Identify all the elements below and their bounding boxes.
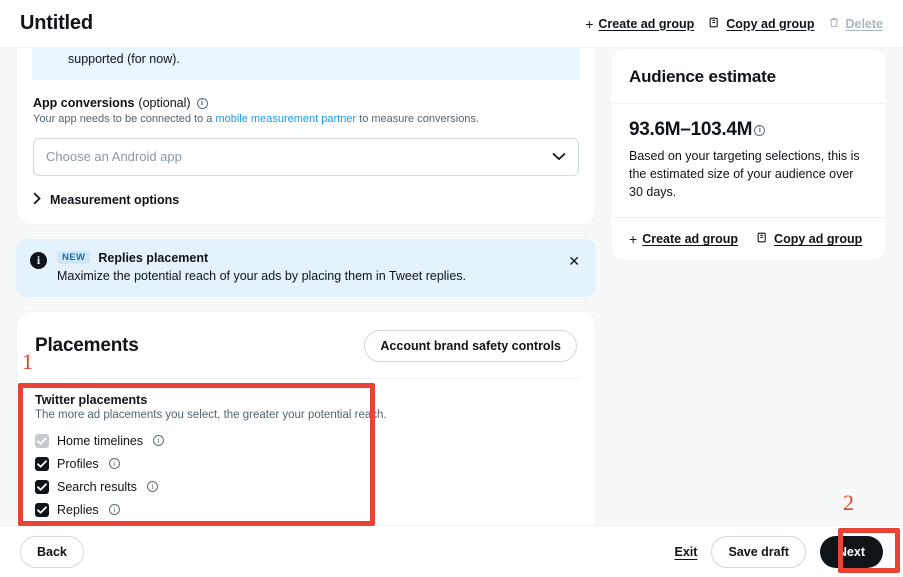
page-title: Untitled (20, 12, 93, 34)
copy-ad-group-label: Copy ad group (726, 16, 815, 31)
plus-icon: + (585, 15, 594, 32)
info-icon[interactable]: i (108, 458, 120, 470)
create-ad-group-button-side[interactable]: + Create ad group (629, 232, 738, 246)
checkbox-home-timelines[interactable] (35, 433, 49, 448)
notice-text: Maximize the potential reach of your ads… (57, 268, 467, 283)
audience-header: Audience estimate (611, 49, 886, 103)
bottom-bar-right: Exit Save draft Next (675, 535, 883, 568)
create-ad-group-button[interactable]: + Create ad group (585, 17, 694, 31)
plus-icon: + (629, 231, 638, 248)
bottom-bar: Back Exit Save draft Next (0, 525, 903, 577)
info-callout: supported (for now). (32, 48, 580, 81)
android-app-select-value: Choose an Android app (46, 149, 182, 165)
app-conversions-optional-text: (optional) (138, 96, 191, 111)
twitter-placements-description: The more ad placements you select, the g… (35, 409, 387, 422)
info-filled-icon: i (30, 251, 47, 269)
measurement-options-label: Measurement options (50, 192, 180, 207)
side-column: Audience estimate 93.6M–103.4M i Based o… (610, 48, 887, 525)
checkbox-label-profiles: Profiles (57, 456, 99, 471)
account-brand-safety-controls-button[interactable]: Account brand safety controls (364, 330, 577, 363)
audience-estimate-description: Based on your targeting selections, this… (629, 149, 860, 200)
twitter-placements-title: Twitter placements (35, 393, 148, 408)
back-button[interactable]: Back (20, 535, 84, 568)
top-bar-actions: + Create ad group Copy ad group Delete (585, 16, 883, 32)
info-callout-text: supported (for now). (68, 52, 180, 66)
notice-title: Replies placement (98, 250, 209, 265)
chevron-down-icon (552, 149, 566, 164)
placements-body: Twitter placements The more ad placement… (17, 379, 595, 525)
placements-card: Placements Account brand safety controls… (16, 311, 596, 525)
checkbox-label-home-timelines: Home timelines (57, 433, 144, 448)
copy-ad-group-label-side: Copy ad group (774, 232, 863, 247)
delete-label: Delete (845, 16, 883, 31)
info-icon[interactable]: i (153, 435, 165, 447)
android-app-select[interactable]: Choose an Android app (33, 137, 579, 176)
checkbox-row-home-timelines[interactable]: Home timelines i (35, 429, 577, 452)
replies-placement-notice: i NEW Replies placement Maximize the pot… (16, 238, 596, 298)
placements-title: Placements (35, 335, 139, 357)
info-icon[interactable]: i (754, 124, 766, 136)
next-button[interactable]: Next (819, 535, 883, 568)
main-column: supported (for now). App conversions (op… (16, 48, 596, 525)
audience-estimate-value-row: 93.6M–103.4M i (629, 119, 868, 141)
audience-estimate-value: 93.6M–103.4M (629, 119, 753, 140)
checkbox-label-search-results: Search results (57, 479, 137, 494)
measurement-options-expander[interactable]: Measurement options (33, 192, 579, 208)
app-conversions-card: supported (for now). App conversions (op… (16, 48, 596, 225)
audience-estimate-title: Audience estimate (629, 67, 776, 86)
chevron-right-icon (33, 192, 41, 208)
delete-button[interactable]: Delete (828, 16, 883, 32)
audience-estimate-card: Audience estimate 93.6M–103.4M i Based o… (610, 48, 887, 262)
placements-header: Placements Account brand safety controls (17, 312, 595, 378)
copy-icon (708, 16, 721, 32)
trash-icon (828, 16, 840, 32)
create-ad-group-label: Create ad group (598, 16, 695, 31)
description-before: Your app needs to be connected to a (33, 113, 216, 126)
exit-link[interactable]: Exit (675, 545, 698, 559)
notice-header: NEW Replies placement (57, 251, 556, 265)
notice-body: NEW Replies placement Maximize the poten… (57, 251, 556, 286)
copy-ad-group-button-side[interactable]: Copy ad group (756, 231, 862, 247)
checkbox-search-results[interactable] (35, 479, 49, 494)
page-scroll-area[interactable]: supported (for now). App conversions (op… (0, 48, 903, 525)
app-conversions-label-text: App conversions (33, 96, 135, 111)
checkbox-label-replies: Replies (57, 502, 99, 517)
checkbox-row-search-results[interactable]: Search results i (35, 475, 577, 498)
top-bar: Untitled + Create ad group Copy ad group… (0, 0, 903, 48)
checkbox-replies[interactable] (35, 502, 49, 517)
audience-footer-actions: + Create ad group Copy ad group (611, 218, 886, 260)
copy-ad-group-button[interactable]: Copy ad group (708, 16, 814, 32)
placements-checkbox-list: Home timelines i Profiles i Search resul… (35, 429, 577, 521)
info-icon[interactable]: i (146, 481, 158, 493)
new-badge: NEW (57, 250, 91, 265)
mobile-measurement-partner-link[interactable]: mobile measurement partner (215, 113, 356, 125)
app-conversions-description: Your app needs to be connected to a mobi… (33, 112, 579, 127)
save-draft-button[interactable]: Save draft (711, 535, 806, 568)
info-icon[interactable]: i (196, 97, 208, 109)
app-conversions-label: App conversions (optional) i (33, 96, 579, 110)
description-after: to measure conversions. (356, 113, 479, 126)
audience-body: 93.6M–103.4M i Based on your targeting s… (611, 104, 886, 217)
checkbox-row-replies[interactable]: Replies i (35, 498, 577, 521)
page-content: supported (for now). App conversions (op… (0, 48, 903, 525)
checkbox-row-profiles[interactable]: Profiles i (35, 452, 577, 475)
create-ad-group-label-side: Create ad group (642, 232, 739, 247)
close-icon[interactable]: ✕ (566, 253, 582, 269)
copy-icon (756, 231, 769, 247)
info-icon[interactable]: i (108, 504, 120, 516)
checkbox-profiles[interactable] (35, 456, 49, 471)
